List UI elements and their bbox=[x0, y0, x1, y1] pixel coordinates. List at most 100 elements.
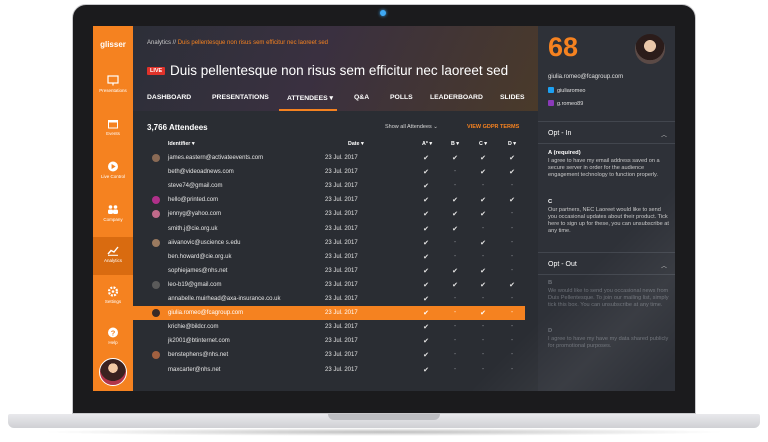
divider bbox=[538, 143, 675, 144]
table-row[interactable]: ben.howard@cie.org.uk 23 Jul. 2017 ✔ - - - bbox=[133, 250, 525, 264]
row-consent-b: - bbox=[453, 168, 457, 176]
table-row[interactable]: steve74@gmail.com 23 Jul. 2017 ✔ - - - bbox=[133, 179, 525, 193]
row-email: jennyg@yahoo.com bbox=[168, 211, 222, 218]
sidebar-item-label: Live Control bbox=[100, 174, 125, 179]
row-date: 23 Jul. 2017 bbox=[325, 281, 358, 288]
webcam bbox=[380, 10, 386, 16]
table-row[interactable]: smith.j@cie.org.uk 23 Jul. 2017 ✔ ✔ - - bbox=[133, 222, 525, 236]
column-identifier[interactable]: Identifier ▾ bbox=[168, 141, 195, 147]
tab-attendees[interactable]: ATTENDEES ▾ bbox=[287, 94, 333, 102]
table-header: Identifier ▾ Date ▾ A* ▾ B ▾ C ▾ D ▾ bbox=[133, 139, 538, 149]
opt-in-a-text: I agree to have my email address saved o… bbox=[548, 158, 660, 178]
opt-in-title: Opt - In bbox=[548, 130, 572, 137]
profile-twitter[interactable]: giuliaromeo bbox=[548, 87, 585, 94]
table-row[interactable]: giulia.romeo@fcagroup.com 23 Jul. 2017 ✔ - ✔… bbox=[133, 306, 525, 321]
row-consent-c: - bbox=[481, 365, 485, 373]
profile-instagram[interactable]: g.romeo89 bbox=[548, 100, 583, 107]
row-consent-b: ✔ bbox=[452, 211, 458, 219]
attendee-filter-dropdown[interactable]: Show all Attendees ⌄ bbox=[385, 124, 438, 130]
column-a[interactable]: A* ▾ bbox=[422, 141, 432, 147]
table-row[interactable]: aiivanovic@uscience s.edu 23 Jul. 2017 ✔ - ✔… bbox=[133, 236, 525, 250]
tab-qa[interactable]: Q&A bbox=[354, 94, 369, 101]
sidebar-item-events[interactable]: Events bbox=[93, 114, 133, 148]
row-consent-a: ✔ bbox=[423, 324, 429, 332]
row-email: krichie@bildcr.com bbox=[168, 324, 219, 331]
divider bbox=[538, 252, 675, 253]
table-row[interactable]: maxcarter@nhs.net 23 Jul. 2017 ✔ - - - bbox=[133, 363, 525, 377]
row-consent-b: ✔ bbox=[452, 155, 458, 162]
tab-dashboard[interactable]: DASHBOARD bbox=[147, 94, 191, 101]
calendar-icon bbox=[108, 120, 118, 129]
table-row[interactable]: beth@videoadnews.com 23 Jul. 2017 ✔ - ✔ ✔ bbox=[133, 165, 525, 179]
chevron-up-icon[interactable]: ︿ bbox=[661, 261, 667, 270]
user-avatar[interactable] bbox=[99, 358, 127, 386]
logo[interactable]: glisser bbox=[93, 40, 133, 49]
row-consent-a: ✔ bbox=[423, 366, 429, 374]
breadcrumb-root[interactable]: Analytics // bbox=[147, 40, 176, 46]
row-date: 23 Jul. 2017 bbox=[325, 183, 358, 190]
opt-out-d-heading: D bbox=[548, 328, 553, 334]
people-icon bbox=[108, 205, 118, 214]
row-consent-b: - bbox=[453, 309, 457, 317]
column-d[interactable]: D ▾ bbox=[508, 141, 516, 147]
row-avatar bbox=[152, 309, 160, 318]
row-email: beth@videoadnews.com bbox=[168, 169, 234, 176]
row-consent-d: - bbox=[510, 210, 514, 218]
profile-email: giulia.romeo@fcagroup.com bbox=[548, 74, 624, 80]
row-consent-c: ✔ bbox=[480, 310, 486, 318]
row-email: maxcarter@nhs.net bbox=[168, 366, 221, 373]
engagement-score: 68 bbox=[548, 32, 579, 62]
table-row[interactable]: leo-b19@gmail.com 23 Jul. 2017 ✔ ✔ ✔ ✔ bbox=[133, 278, 525, 292]
row-email: sophiejames@nhs.net bbox=[168, 267, 228, 274]
sidebar-item-help[interactable]: ? Help bbox=[93, 323, 133, 357]
row-consent-d: - bbox=[510, 323, 514, 331]
view-gdpr-terms-link[interactable]: VIEW GDPR TERMS bbox=[467, 124, 519, 130]
chevron-up-icon[interactable]: ︿ bbox=[661, 130, 667, 139]
row-consent-a: ✔ bbox=[423, 211, 429, 219]
presentation-icon bbox=[107, 75, 119, 86]
tab-presentations[interactable]: PRESENTATIONS bbox=[212, 94, 269, 101]
table-row[interactable]: jk2001@btinternet.com 23 Jul. 2017 ✔ - - - bbox=[133, 334, 525, 348]
column-date[interactable]: Date ▾ bbox=[348, 141, 364, 147]
row-consent-d: ✔ bbox=[509, 169, 515, 177]
row-email: jk2001@btinternet.com bbox=[168, 338, 230, 345]
row-consent-c: ✔ bbox=[480, 169, 486, 177]
row-email: annabelle.muirhead@axa-insurance.co.uk bbox=[168, 296, 281, 302]
table-row[interactable]: james.eastern@activateevents.com 23 Jul. … bbox=[133, 151, 525, 165]
table-row[interactable]: krichie@bildcr.com 23 Jul. 2017 ✔ - - - bbox=[133, 320, 525, 334]
tab-leaderboard[interactable]: LEADERBOARD bbox=[430, 94, 483, 101]
sidebar-item-label: Help bbox=[108, 340, 118, 345]
instagram-icon bbox=[548, 100, 554, 106]
row-consent-a: ✔ bbox=[423, 197, 429, 205]
sidebar-item-company[interactable]: Company bbox=[93, 200, 133, 234]
row-consent-c: ✔ bbox=[480, 267, 486, 275]
column-c[interactable]: C ▾ bbox=[479, 141, 487, 147]
event-header: Analytics // Duis pellentesque non risus… bbox=[133, 26, 538, 111]
row-date: 23 Jul. 2017 bbox=[325, 239, 358, 246]
table-row[interactable]: sophiejames@nhs.net 23 Jul. 2017 ✔ ✔ ✔ - bbox=[133, 264, 525, 278]
table-row[interactable]: benstephens@nhs.net 23 Jul. 2017 ✔ - - - bbox=[133, 348, 525, 362]
divider bbox=[538, 121, 675, 122]
tab-slides[interactable]: SLIDES bbox=[500, 94, 525, 101]
table-row[interactable]: annabelle.muirhead@axa-insurance.co.uk 23… bbox=[133, 292, 525, 306]
row-date: 23 Jul. 2017 bbox=[325, 267, 358, 274]
table-row[interactable]: jennyg@yahoo.com 23 Jul. 2017 ✔ ✔ ✔ - bbox=[133, 207, 525, 221]
sidebar-item-settings[interactable]: Settings bbox=[93, 282, 133, 316]
row-consent-d: - bbox=[510, 295, 514, 302]
row-consent-b: - bbox=[453, 252, 457, 260]
row-consent-d: - bbox=[510, 351, 514, 359]
table-row[interactable]: hello@printed.com 23 Jul. 2017 ✔ ✔ ✔ ✔ bbox=[133, 193, 525, 207]
sidebar-item-analytics[interactable]: Analytics bbox=[93, 237, 133, 275]
sidebar-item-label: Analytics bbox=[103, 258, 122, 263]
row-consent-d: ✔ bbox=[509, 281, 515, 289]
row-consent-c: - bbox=[481, 337, 485, 345]
sidebar-item-live-control[interactable]: Live Control bbox=[93, 157, 133, 191]
row-date: 23 Jul. 2017 bbox=[325, 324, 358, 331]
row-consent-c: - bbox=[481, 295, 485, 302]
row-avatar bbox=[152, 238, 160, 247]
tab-polls[interactable]: POLLS bbox=[390, 94, 413, 101]
column-b[interactable]: B ▾ bbox=[451, 141, 459, 147]
sidebar-item-presentations[interactable]: Presentations bbox=[93, 71, 133, 105]
row-consent-d: - bbox=[510, 224, 514, 232]
row-consent-a: ✔ bbox=[423, 281, 429, 289]
